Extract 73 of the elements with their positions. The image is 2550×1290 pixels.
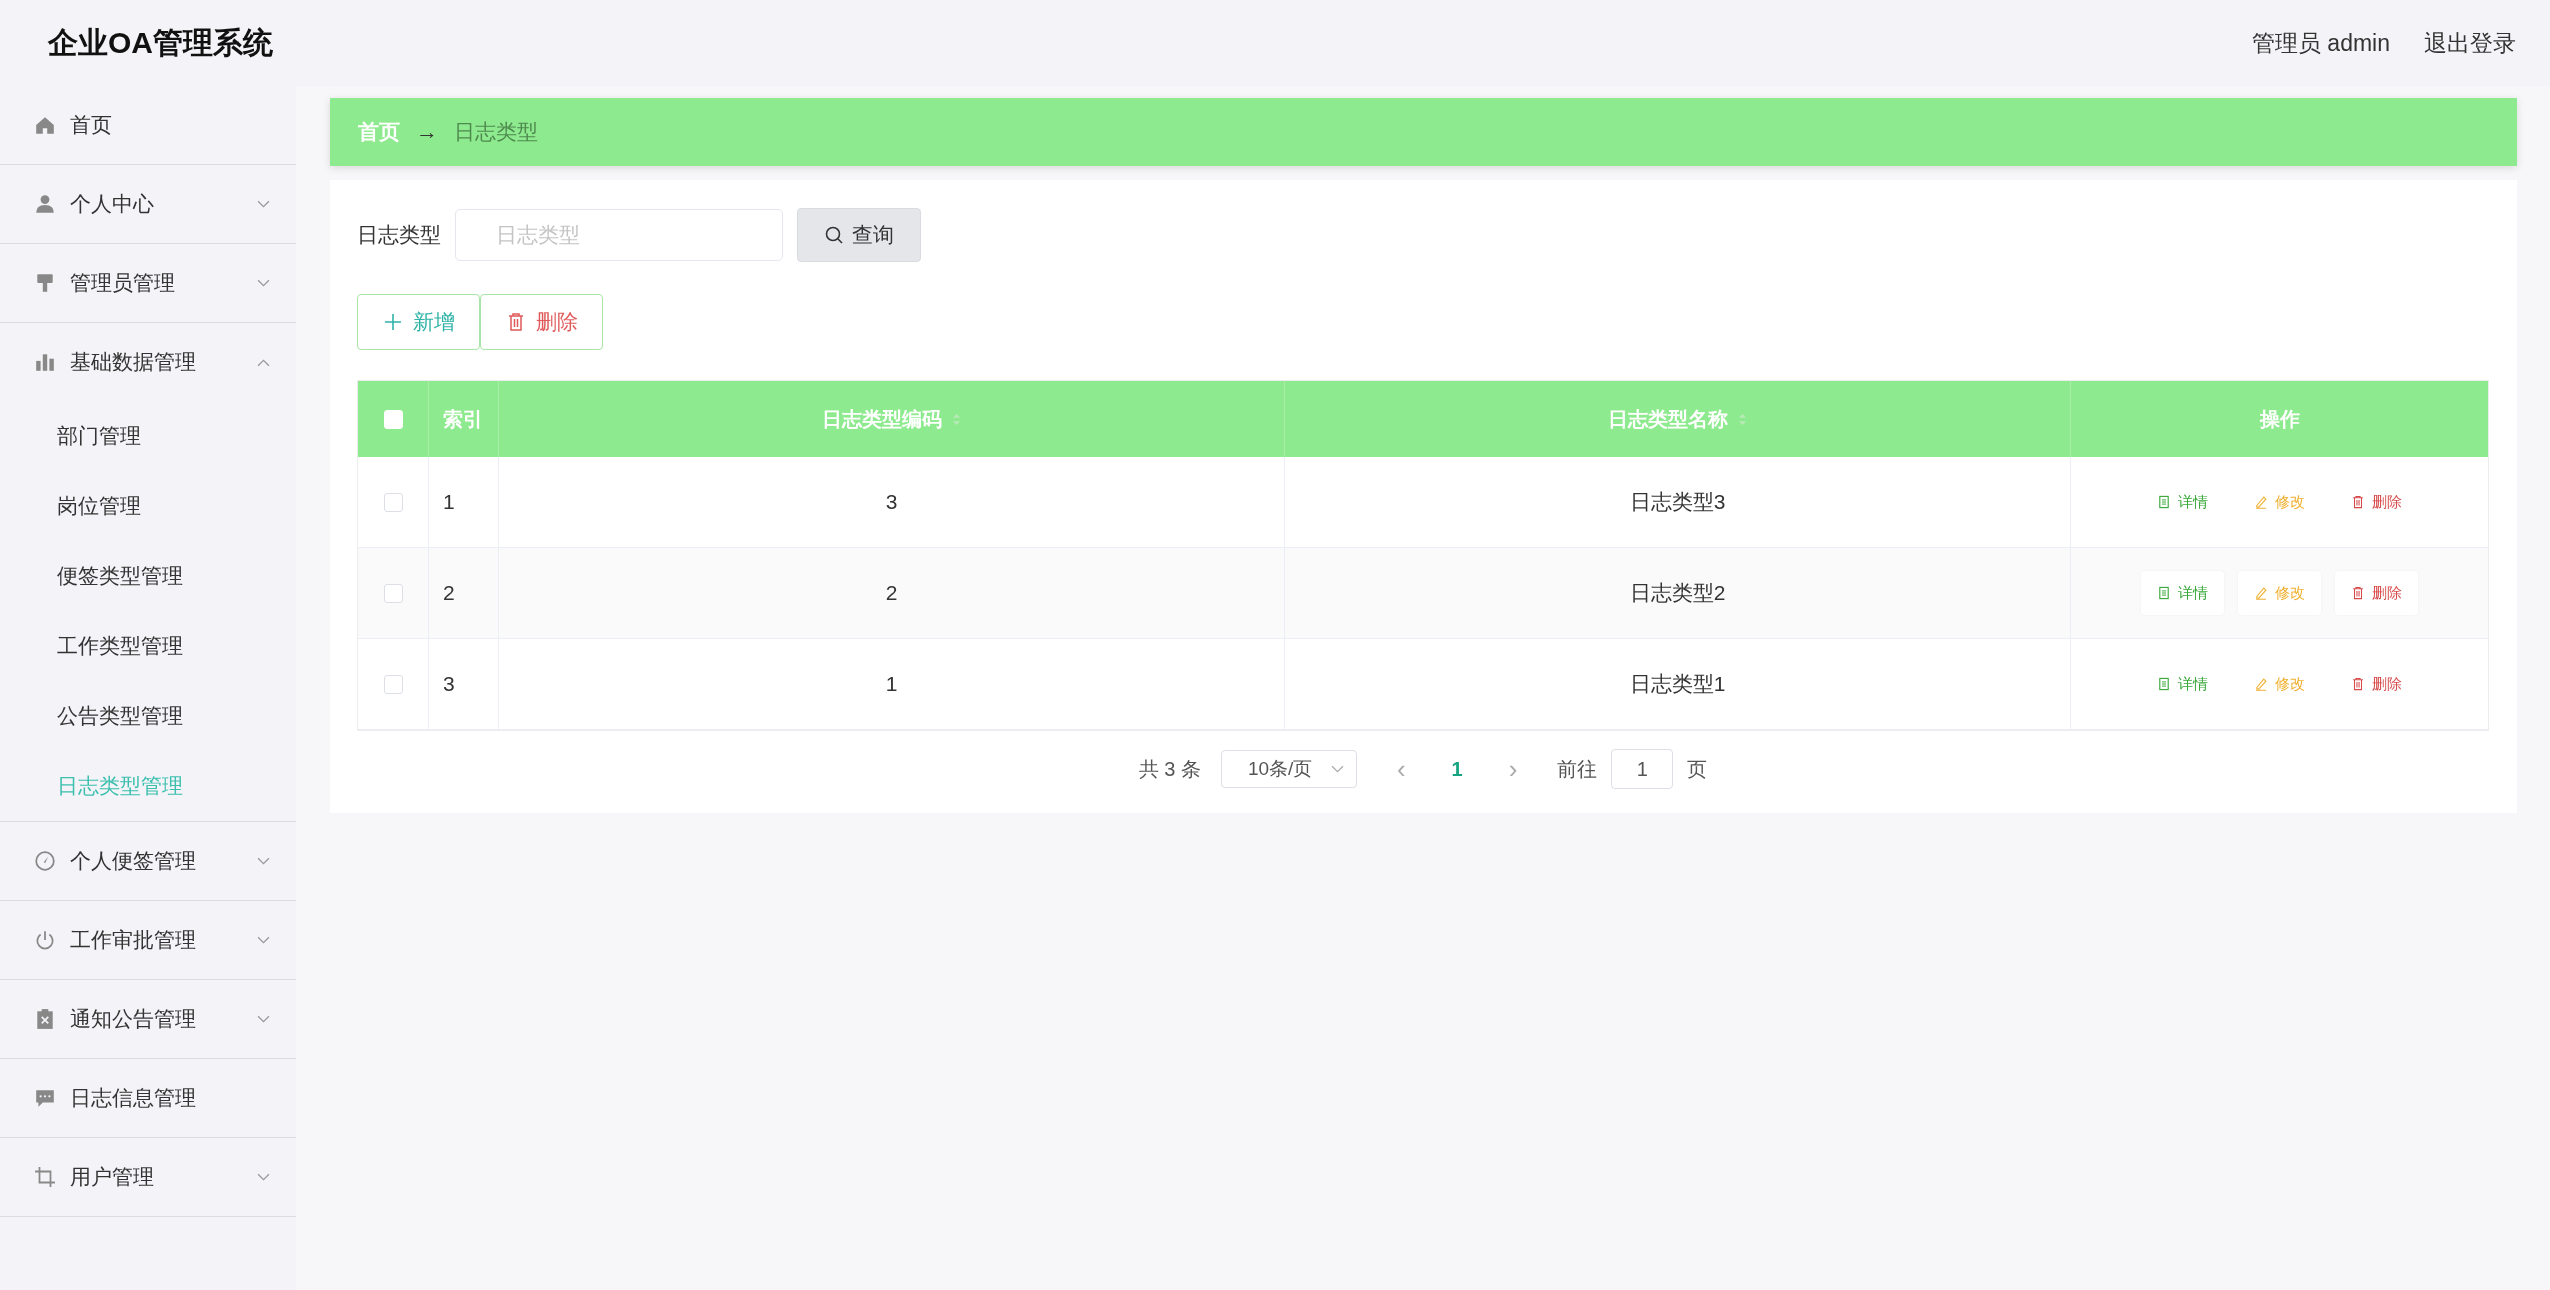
plus-icon [382, 312, 403, 332]
crop-icon [34, 1166, 56, 1188]
pencil-icon [2254, 586, 2268, 600]
submenu-item[interactable]: 公告类型管理 [0, 681, 296, 751]
table-cell: 3 [885, 490, 898, 514]
document-icon [2157, 677, 2171, 691]
submenu-item[interactable]: 部门管理 [0, 401, 296, 471]
page-suffix: 页 [1687, 756, 1708, 782]
clipboard-icon [34, 1008, 56, 1030]
table-cell: 1 [885, 672, 898, 696]
document-icon [2157, 586, 2171, 600]
stamp-icon [34, 272, 56, 294]
table-cell: 3 [443, 672, 455, 696]
row-checkbox[interactable] [383, 674, 403, 694]
breadcrumb-current: 日志类型 [454, 119, 538, 145]
chat-icon [34, 1087, 56, 1109]
search-button[interactable]: 查询 [797, 208, 921, 262]
menu-item[interactable]: 工作审批管理 [0, 901, 296, 979]
row-checkbox[interactable] [383, 583, 403, 603]
search-field[interactable]: 日志类型 [455, 209, 783, 261]
page-size-select[interactable]: 10条/页 [1220, 750, 1357, 788]
delete-button[interactable]: 删除 [2335, 571, 2418, 615]
previous-page-button[interactable]: ‹ [1376, 753, 1426, 785]
table-cell-text: 日志类型1 [1629, 671, 1726, 697]
trash-icon [2351, 495, 2365, 509]
menu-item[interactable]: 日志信息管理 [0, 1059, 296, 1137]
select-all-checkbox[interactable] [383, 409, 403, 429]
details-button[interactable]: 详情 [2141, 480, 2224, 524]
user-name: 管理员 admin [2251, 28, 2390, 58]
menu-item[interactable]: 首页 [0, 86, 296, 164]
pencil-icon [2254, 495, 2268, 509]
menu-item[interactable]: 通知公告管理 [0, 980, 296, 1058]
menu-item[interactable]: 个人中心 [0, 165, 296, 243]
logout-link[interactable]: 退出登录 [2424, 27, 2516, 59]
user-icon [34, 193, 56, 215]
sort-icon [1738, 412, 1747, 426]
menu-item[interactable]: 管理员管理 [0, 244, 296, 322]
table-cell-text: 日志类型2 [1629, 580, 1726, 606]
pencil-icon [2254, 677, 2268, 691]
delete-button[interactable]: 删除 [2335, 662, 2418, 706]
search-icon [824, 225, 844, 245]
table-cell-text: 日志类型3 [1629, 489, 1726, 515]
submenu-item[interactable]: 便签类型管理 [0, 541, 296, 611]
search-label: 日志类型 [357, 222, 441, 248]
app-title: 企业OA管理系统 [48, 24, 273, 61]
power-icon [34, 929, 56, 951]
delete-button[interactable]: 删除 [480, 294, 603, 350]
trash-icon [2351, 586, 2365, 600]
menu-item[interactable]: 个人便签管理 [0, 822, 296, 900]
compass-icon [34, 850, 56, 872]
menu-item[interactable]: 基础数据管理 [0, 323, 296, 401]
next-page-button[interactable]: › [1488, 753, 1538, 785]
bar-chart-icon [34, 351, 56, 373]
document-icon [2157, 495, 2171, 509]
add-button[interactable]: 新增 [357, 294, 480, 350]
row-checkbox[interactable] [383, 492, 403, 512]
submenu-item[interactable]: 工作类型管理 [0, 611, 296, 681]
trash-icon [2351, 677, 2365, 691]
delete-button[interactable]: 删除 [2335, 480, 2418, 524]
chevron-icon [1330, 764, 1344, 774]
table-cell: 2 [885, 581, 898, 605]
sort-icon [952, 412, 961, 426]
menu-item[interactable]: 用户管理 [0, 1138, 296, 1216]
details-button[interactable]: 详情 [2141, 662, 2224, 706]
details-button[interactable]: 详情 [2141, 571, 2224, 615]
total-count: 共 3 条 [1138, 756, 1201, 782]
goto-label: 前往 [1557, 756, 1598, 782]
breadcrumb-separator: → [416, 119, 438, 145]
table-cell: 2 [443, 581, 455, 605]
table-cell: 1 [443, 490, 455, 514]
page-number[interactable]: 1 [1445, 756, 1469, 782]
page-input[interactable]: 1 [1611, 749, 1674, 789]
submenu-item[interactable]: 岗位管理 [0, 471, 296, 541]
